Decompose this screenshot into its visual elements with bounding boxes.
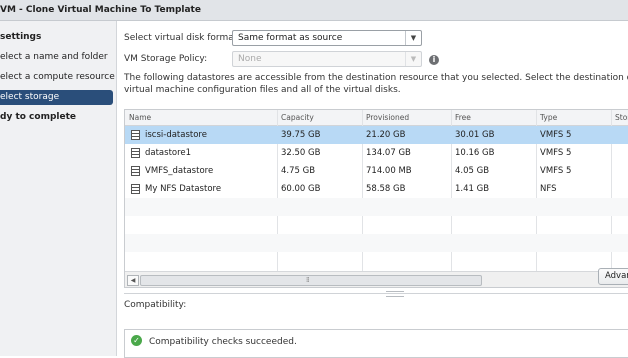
table-row[interactable]: iscsi-datastore 39.75 GB 21.20 GB 30.01 … [125,126,628,144]
table-row[interactable]: VMFS_datastore 4.75 GB 714.00 MB 4.05 GB… [125,162,628,180]
cell-name: VMFS_datastore [145,166,214,176]
wizard-sidebar: settings elect a name and folder elect a… [0,21,117,356]
cell-provisioned: 58.58 GB [366,184,406,194]
empty-row [125,198,628,216]
cell-type: VMFS 5 [540,148,572,158]
sidebar-item-compute-resource[interactable]: elect a compute resource [0,70,115,85]
empty-row [125,252,628,270]
storage-policy-select[interactable]: None ▼ [232,51,422,67]
table-header: Name Capacity Provisioned Free Type Stor [125,110,628,126]
datastore-icon [131,184,140,194]
cell-type: VMFS 5 [540,166,572,176]
compatibility-panel: ✓ Compatibility checks succeeded. [124,329,628,358]
datastore-description: The following datastores are accessible … [124,72,628,96]
cell-provisioned: 21.20 GB [366,130,406,140]
chevron-down-icon[interactable]: ▼ [405,52,421,66]
disk-format-value: Same format as source [238,33,343,43]
scrollbar-thumb[interactable]: ⁞⁞ [140,275,482,286]
column-header-free[interactable]: Free [455,113,471,122]
datastore-icon [131,148,140,158]
sidebar-item-ready-to-complete[interactable]: dy to complete [0,110,113,125]
horizontal-scrollbar[interactable]: ◀ ⁞⁞ [125,271,628,287]
storage-policy-label: VM Storage Policy: [124,54,208,64]
cell-capacity: 60.00 GB [281,184,321,194]
cell-type: NFS [540,184,557,194]
disk-format-label: Select virtual disk format: [124,33,241,43]
cell-capacity: 32.50 GB [281,148,321,158]
table-row[interactable]: My NFS Datastore 60.00 GB 58.58 GB 1.41 … [125,180,628,198]
description-line-1: The following datastores are accessible … [124,73,628,83]
cell-name: iscsi-datastore [145,130,207,140]
cell-capacity: 4.75 GB [281,166,316,176]
datastore-table: Name Capacity Provisioned Free Type Stor… [124,109,628,288]
column-header-provisioned[interactable]: Provisioned [366,113,409,122]
table-row[interactable]: datastore1 32.50 GB 134.07 GB 10.16 GB V… [125,144,628,162]
pane-splitter [124,293,628,294]
disk-format-select[interactable]: Same format as source ▼ [232,30,422,46]
info-icon[interactable]: i [429,55,439,65]
empty-row [125,216,628,234]
sidebar-item-storage[interactable]: elect storage [0,90,113,105]
cell-provisioned: 714.00 MB [366,166,412,176]
scroll-left-icon[interactable]: ◀ [127,275,139,286]
storage-page: Select virtual disk format: Same format … [117,21,628,358]
sidebar-item-name-folder[interactable]: elect a name and folder [0,50,113,65]
splitter-handle[interactable] [386,291,404,297]
window-titlebar: VM - Clone Virtual Machine To Template [0,0,628,21]
cell-free: 1.41 GB [455,184,490,194]
cell-capacity: 39.75 GB [281,130,321,140]
chevron-down-icon[interactable]: ▼ [405,31,421,45]
check-icon: ✓ [131,335,142,346]
datastore-icon [131,166,140,176]
cell-name: My NFS Datastore [145,184,222,194]
datastore-icon [131,130,140,140]
cell-name: datastore1 [145,148,192,158]
description-line-2: virtual machine configuration files and … [124,85,401,95]
column-header-name[interactable]: Name [129,113,151,122]
compatibility-message: Compatibility checks succeeded. [149,337,297,347]
grip-icon: ⁞⁞ [306,276,310,284]
empty-row [125,234,628,252]
compatibility-label: Compatibility: [124,300,187,310]
cell-free: 4.05 GB [455,166,490,176]
storage-policy-value: None [238,54,262,64]
cell-provisioned: 134.07 GB [366,148,411,158]
column-header-capacity[interactable]: Capacity [281,113,314,122]
column-header-storage[interactable]: Stor [615,113,628,122]
cell-type: VMFS 5 [540,130,572,140]
cell-free: 30.01 GB [455,130,495,140]
cell-free: 10.16 GB [455,148,495,158]
window-title: VM - Clone Virtual Machine To Template [0,5,201,15]
advanced-button[interactable]: Advan [598,268,628,285]
column-header-type[interactable]: Type [540,113,557,122]
sidebar-item-settings[interactable]: settings [0,30,113,45]
